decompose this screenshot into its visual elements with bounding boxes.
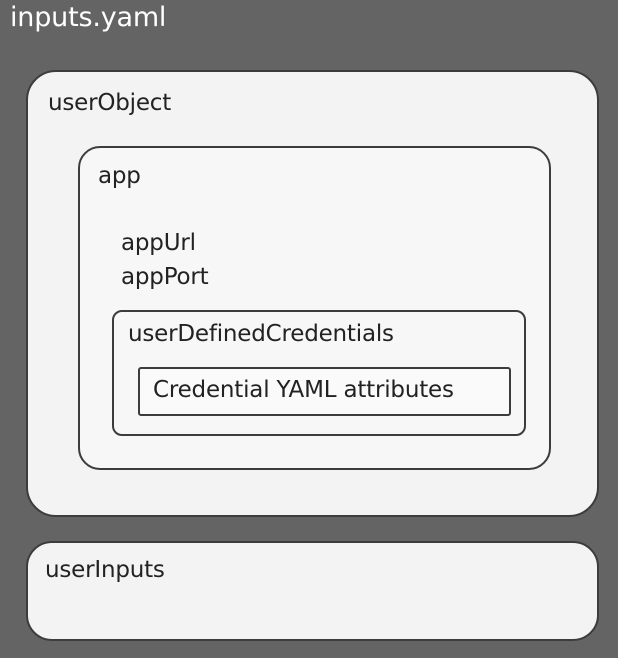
user-object-label: userObject — [48, 90, 172, 116]
user-defined-credentials-label: userDefinedCredentials — [128, 321, 394, 347]
app-label: app — [98, 163, 141, 189]
app-url-field: appUrl — [121, 230, 196, 256]
credential-attributes-label: Credential YAML attributes — [153, 377, 454, 403]
user-inputs-box — [26, 541, 599, 641]
user-inputs-label: userInputs — [45, 557, 165, 583]
diagram-title: inputs.yaml — [10, 2, 167, 33]
app-port-field: appPort — [121, 264, 209, 290]
